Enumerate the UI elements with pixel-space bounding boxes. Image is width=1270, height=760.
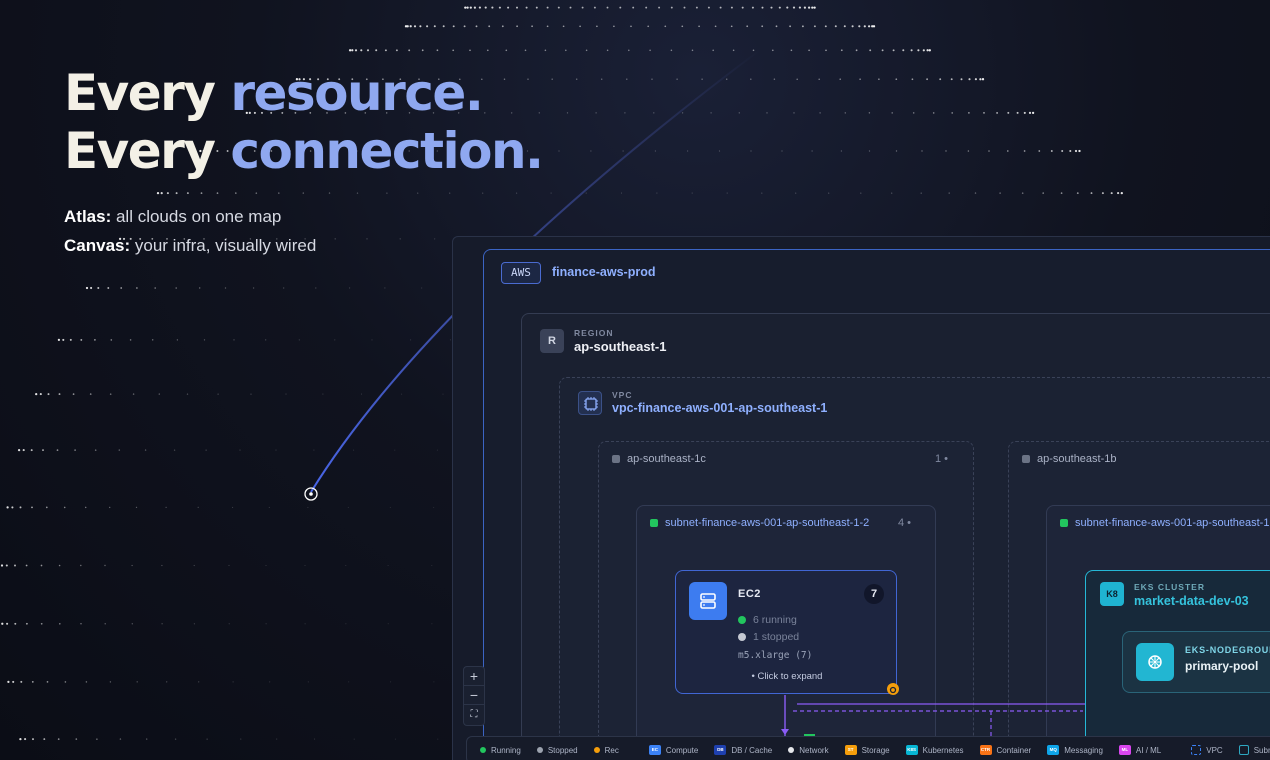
legend-label: Compute [665,745,699,755]
legend-item[interactable]: Running [480,746,521,755]
nodegroup-name: primary-pool [1185,659,1259,673]
infra-canvas[interactable]: AWS finance-aws-prod R REGION ap-southea… [452,236,1270,760]
zoom-out-button[interactable]: − [464,686,484,705]
legend-label: Network [799,745,829,755]
legend-chip-icon: MQ [1047,745,1060,755]
legend-dot-icon [788,747,795,753]
legend-vpc-icon [1191,745,1202,755]
legend-chip-icon: CTR [979,745,992,755]
legend-chip-icon: ST [844,745,857,755]
legend-chip-icon: ML [1118,745,1131,755]
atlas-label: Atlas: [64,207,112,226]
legend-item[interactable]: Network [788,745,829,755]
atlas-text: all clouds on one map [115,207,282,226]
legend-chip-icon: EC [648,745,661,755]
kubernetes-helm-icon [1136,643,1174,681]
legend-item[interactable]: EC Compute [648,745,699,755]
legend-dot-icon [593,747,600,753]
legend-item[interactable]: ML AI / ML [1118,745,1162,755]
legend-bar: Running Stopped Rec EC Compute DB DB / Cache Ne… [466,736,1270,760]
legend-item[interactable]: Stopped [536,745,578,755]
legend-label: Storage [861,745,890,755]
legend-label: Kubernetes [922,745,964,755]
legend-dot-icon [536,747,543,753]
legend-label: VPC [1206,745,1223,755]
legend-label: AI / ML [1135,745,1162,755]
legend-label: Messaging [1064,745,1103,755]
legend-label: Container [996,745,1032,755]
kubernetes-icon: K8 [1100,582,1124,606]
legend-chip-icon: K8S [905,745,918,755]
fit-view-button[interactable]: ⛶ [464,705,484,724]
legend-item[interactable]: Subnet [1238,745,1270,755]
legend-label: Running [491,745,521,755]
legend-chip-icon: DB [714,745,727,755]
legend-subnet-icon [1238,745,1249,755]
eks-caption: EKS CLUSTER [1134,582,1205,592]
headline: Every resource. Every connection. [64,64,544,180]
legend-label: Rec [604,745,619,755]
legend-label: DB / Cache [731,745,773,755]
canvas-label: Canvas: [64,236,131,255]
legend-item[interactable]: CTR Container [979,745,1032,755]
zoom-in-button[interactable]: + [464,667,484,686]
legend-item[interactable]: K8S Kubernetes [905,745,964,755]
canvas-text: your infra, visually wired [134,236,317,255]
legend-label: Subnet [1253,745,1270,755]
zoom-controls: + − ⛶ [463,666,485,726]
legend-label: Stopped [547,745,578,755]
hero: Every resource. Every connection. Atlas:… [64,64,544,260]
legend-item[interactable]: DB DB / Cache [714,745,772,755]
nodegroup-caption: EKS-NODEGROUP [1185,645,1270,655]
legend-item[interactable]: VPC [1191,745,1223,755]
legend-item[interactable]: Rec [593,745,619,755]
eks-cluster-node[interactable]: K8 EKS CLUSTER market-data-dev-03 EKS-NO… [1085,570,1270,760]
eks-name: market-data-dev-03 [1134,594,1249,608]
legend-dot-icon [480,747,486,753]
eks-nodegroup-node[interactable]: EKS-NODEGROUP primary-pool [1122,631,1270,693]
legend-item[interactable]: ST Storage [844,745,890,755]
warning-icon[interactable] [887,683,899,695]
legend-item[interactable]: MQ Messaging [1047,745,1103,755]
